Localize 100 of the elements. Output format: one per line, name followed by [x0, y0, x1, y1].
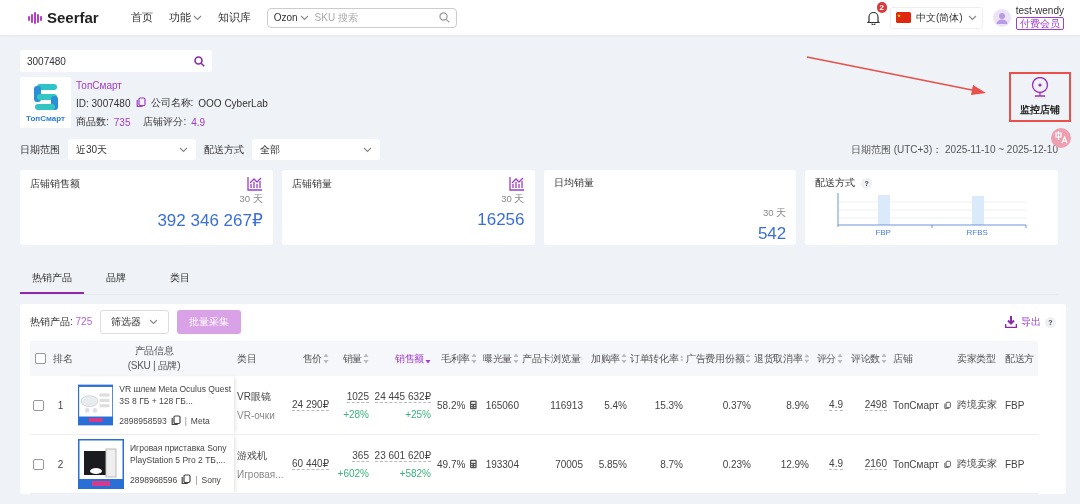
row-checkbox[interactable]: [33, 458, 44, 470]
revenue: 24 445 632₽: [374, 390, 431, 403]
sales-change: +28%: [343, 408, 369, 420]
calculator-icon[interactable]: [470, 400, 477, 410]
return-rate: 8.9%: [786, 399, 809, 411]
column-header: 类目: [237, 351, 257, 366]
copy-icon[interactable]: [943, 399, 951, 411]
margin: 49.7%: [437, 458, 466, 470]
seller-type: 跨境卖家: [957, 457, 997, 471]
sku: 2898958593: [119, 415, 167, 426]
sales: 365: [352, 449, 369, 462]
filter-select[interactable]: 全部: [252, 139, 380, 160]
impressions: 165060: [485, 399, 519, 411]
cart-rate: 5.85%: [598, 458, 627, 470]
impressions: 193304: [485, 458, 519, 470]
search-icon[interactable]: [194, 55, 205, 67]
products-count: 735: [113, 116, 131, 128]
copy-icon[interactable]: [181, 474, 192, 485]
copy-icon[interactable]: [135, 96, 146, 108]
platform-select[interactable]: Ozon: [273, 12, 309, 23]
price: 24 290₽: [292, 399, 329, 411]
language-select[interactable]: 中文(简体): [889, 6, 983, 29]
column-header: 排名: [53, 351, 73, 366]
column-header: 卖家类型: [957, 351, 996, 366]
store-name[interactable]: ТопСмарт: [893, 399, 939, 411]
caret-icon: [299, 14, 309, 21]
monitor-store-button[interactable]: 监控店铺: [1009, 72, 1071, 122]
filter-dropdown[interactable]: 筛选器: [100, 310, 170, 334]
select-all-checkbox[interactable]: [34, 353, 46, 364]
column-header[interactable]: 售价: [302, 351, 322, 366]
user-name[interactable]: test-wendy: [1015, 5, 1064, 16]
margin: 58.2%: [437, 399, 466, 411]
rank: 2: [57, 458, 64, 470]
download-icon[interactable]: [1005, 316, 1017, 328]
product-title[interactable]: Игровая приставка Sony: [130, 443, 227, 453]
sku: 2898968596: [130, 474, 178, 485]
column-header: (SKU | 品牌): [127, 359, 181, 373]
tab[interactable]: 品牌: [84, 265, 148, 294]
revenue-change: +582%: [399, 467, 431, 479]
bell-icon[interactable]: [866, 10, 880, 25]
search-field[interactable]: Ozon SKU 搜索: [266, 7, 457, 28]
axis-label: FBP: [875, 228, 891, 237]
category: VR眼镜: [237, 389, 271, 404]
rating-label: 店铺评分:: [143, 115, 187, 129]
webcam-icon: [1031, 77, 1049, 97]
calculator-icon[interactable]: [470, 459, 477, 469]
price: 60 440₽: [292, 458, 329, 470]
column-header: 店铺: [893, 351, 913, 366]
store-logo: ТопСмарт: [20, 77, 71, 128]
chart-icon[interactable]: [508, 176, 525, 191]
reviews: 2498: [864, 399, 887, 411]
tab[interactable]: 类目: [148, 265, 212, 294]
card-title: 日均销量: [553, 176, 594, 190]
caret-icon: [179, 146, 188, 153]
products-label: 商品数:: [76, 115, 109, 129]
revenue: 23 601 620₽: [374, 449, 431, 462]
nav-link[interactable]: 知识库: [217, 10, 251, 25]
store-id: ID: 3007480: [76, 97, 131, 109]
product-title[interactable]: 3S 8 ГБ + 128 ГБ...: [119, 396, 231, 406]
period: 30 天: [501, 193, 525, 206]
conversion-rate: 15.3%: [654, 399, 683, 411]
nav-link[interactable]: 功能: [168, 10, 202, 25]
export-link[interactable]: 导出: [1021, 315, 1041, 329]
category-ru: VR-очки: [237, 409, 275, 421]
delivery: FBP: [1005, 399, 1025, 411]
chart-icon[interactable]: [246, 176, 263, 191]
membership-badge: 付费会员: [1015, 17, 1064, 30]
rating: 4.9: [829, 399, 843, 411]
period: 30 天: [239, 193, 263, 206]
tab[interactable]: 热销产品: [20, 265, 84, 294]
filter-select[interactable]: 近30天: [68, 139, 196, 160]
category: 游戏机: [237, 448, 267, 463]
delivery: FBP: [1005, 458, 1025, 470]
reviews: 2160: [864, 458, 887, 470]
stat-value: 16256: [477, 210, 525, 230]
store-search-field[interactable]: 3007480: [20, 50, 212, 72]
sales-change: +602%: [337, 467, 369, 479]
separator: |: [195, 474, 198, 485]
card-title: 店铺销售额: [30, 176, 80, 191]
product-title[interactable]: VR шлем Meta Oculus Quest: [119, 384, 231, 394]
caret-icon: [363, 146, 372, 153]
nav-link[interactable]: 首页: [130, 10, 153, 25]
card-views: 116913: [550, 399, 583, 411]
period: 30 天: [763, 207, 787, 220]
card-title: 配送方式: [815, 176, 856, 190]
copy-icon[interactable]: [170, 415, 181, 426]
brand-name[interactable]: Seerfar: [47, 9, 99, 26]
revenue-change: +25%: [405, 408, 431, 420]
stat-value: 542: [757, 224, 787, 244]
caret-icon: [192, 14, 202, 21]
row-checkbox[interactable]: [33, 399, 44, 411]
brand: Sony: [201, 474, 221, 485]
store-name[interactable]: ТопСмарт: [76, 80, 268, 91]
card-title: 店铺销量: [291, 176, 332, 191]
copy-icon[interactable]: [943, 458, 951, 470]
filter-label: 配送方式: [204, 142, 244, 157]
avatar-icon[interactable]: [992, 8, 1011, 27]
product-title[interactable]: PlayStation 5 Pro 2 ТБ,...: [130, 455, 227, 465]
store-name[interactable]: ТопСмарт: [893, 458, 939, 470]
sales: 1025: [346, 390, 369, 403]
